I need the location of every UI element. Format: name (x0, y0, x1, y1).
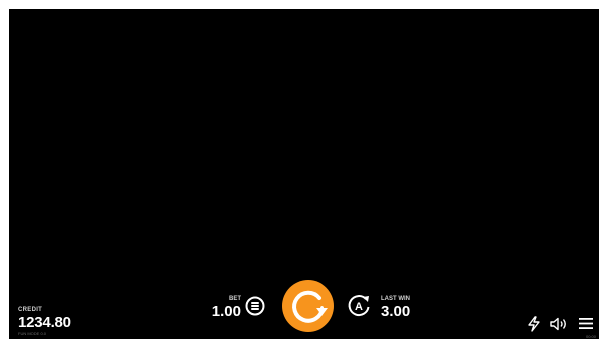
sound-button[interactable] (550, 317, 570, 331)
turbo-button[interactable] (527, 316, 541, 332)
credit-display: CREDIT 1234.80 FUN MODE 0.0 (18, 307, 71, 336)
autoplay-icon: A (348, 295, 370, 317)
lightning-icon (528, 316, 540, 332)
credit-value: 1234.80 (18, 314, 71, 331)
last-win-value: 3.00 (381, 303, 411, 320)
bet-label: BET (229, 296, 241, 302)
clock: 00:00 (585, 334, 596, 339)
bet-settings-button[interactable] (245, 296, 265, 316)
game-viewport: CREDIT 1234.80 FUN MODE 0.0 BET 1.00 A L… (9, 9, 599, 339)
spin-arrow-icon (282, 280, 334, 332)
coin-stack-icon (245, 296, 265, 316)
credit-subtext: FUN MODE 0.0 (18, 331, 47, 336)
bet-display: BET 1.00 (201, 296, 241, 320)
menu-button[interactable] (579, 317, 593, 330)
speaker-icon (550, 317, 566, 331)
hamburger-menu-icon (579, 318, 593, 329)
last-win-display: LAST WIN 3.00 (381, 296, 410, 320)
credit-label: CREDIT (18, 307, 43, 313)
last-win-label: LAST WIN (381, 296, 410, 302)
bet-value: 1.00 (211, 303, 241, 320)
svg-text:A: A (355, 301, 363, 313)
spin-button[interactable] (282, 280, 334, 332)
autoplay-button[interactable]: A (346, 293, 372, 319)
